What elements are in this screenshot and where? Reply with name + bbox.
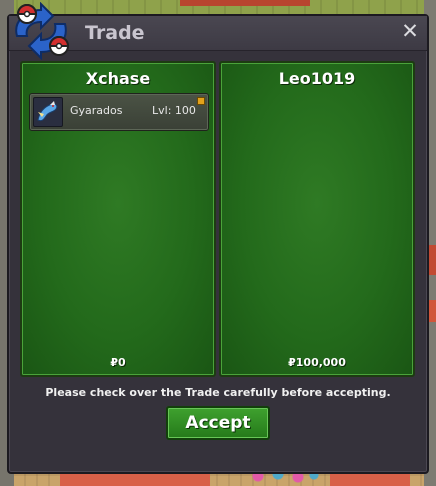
trade-panel-left: Xchase Gyarados Lvl: 100 ₽0 (20, 61, 216, 377)
player-name-left: Xchase (85, 69, 151, 88)
item-name: Gyarados (70, 104, 123, 117)
player-name-right: Leo1019 (278, 69, 356, 88)
window-title: Trade (85, 22, 145, 44)
close-icon[interactable]: ✕ (399, 20, 421, 42)
red-roof-top (180, 0, 310, 6)
red-roof-bottom-2 (330, 472, 410, 486)
item-level: Lvl: 100 (152, 104, 196, 117)
trade-notice: Please check over the Trade carefully be… (45, 386, 391, 399)
trade-item-row[interactable]: Gyarados Lvl: 100 (29, 93, 209, 131)
gyarados-sprite-icon (33, 97, 63, 127)
trade-window: Trade ✕ Xchase Gyarados Lvl: 100 ₽0 Leo1… (7, 2, 429, 474)
money-offer-left: ₽0 (110, 356, 126, 369)
money-offer-right: ₽100,000 (288, 356, 346, 369)
trade-panel-right: Leo1019 ₽100,000 (219, 61, 415, 377)
trade-arrows-pokeball-icon (15, 2, 70, 60)
item-marker-icon (197, 97, 205, 105)
accept-button[interactable]: Accept (166, 406, 270, 440)
